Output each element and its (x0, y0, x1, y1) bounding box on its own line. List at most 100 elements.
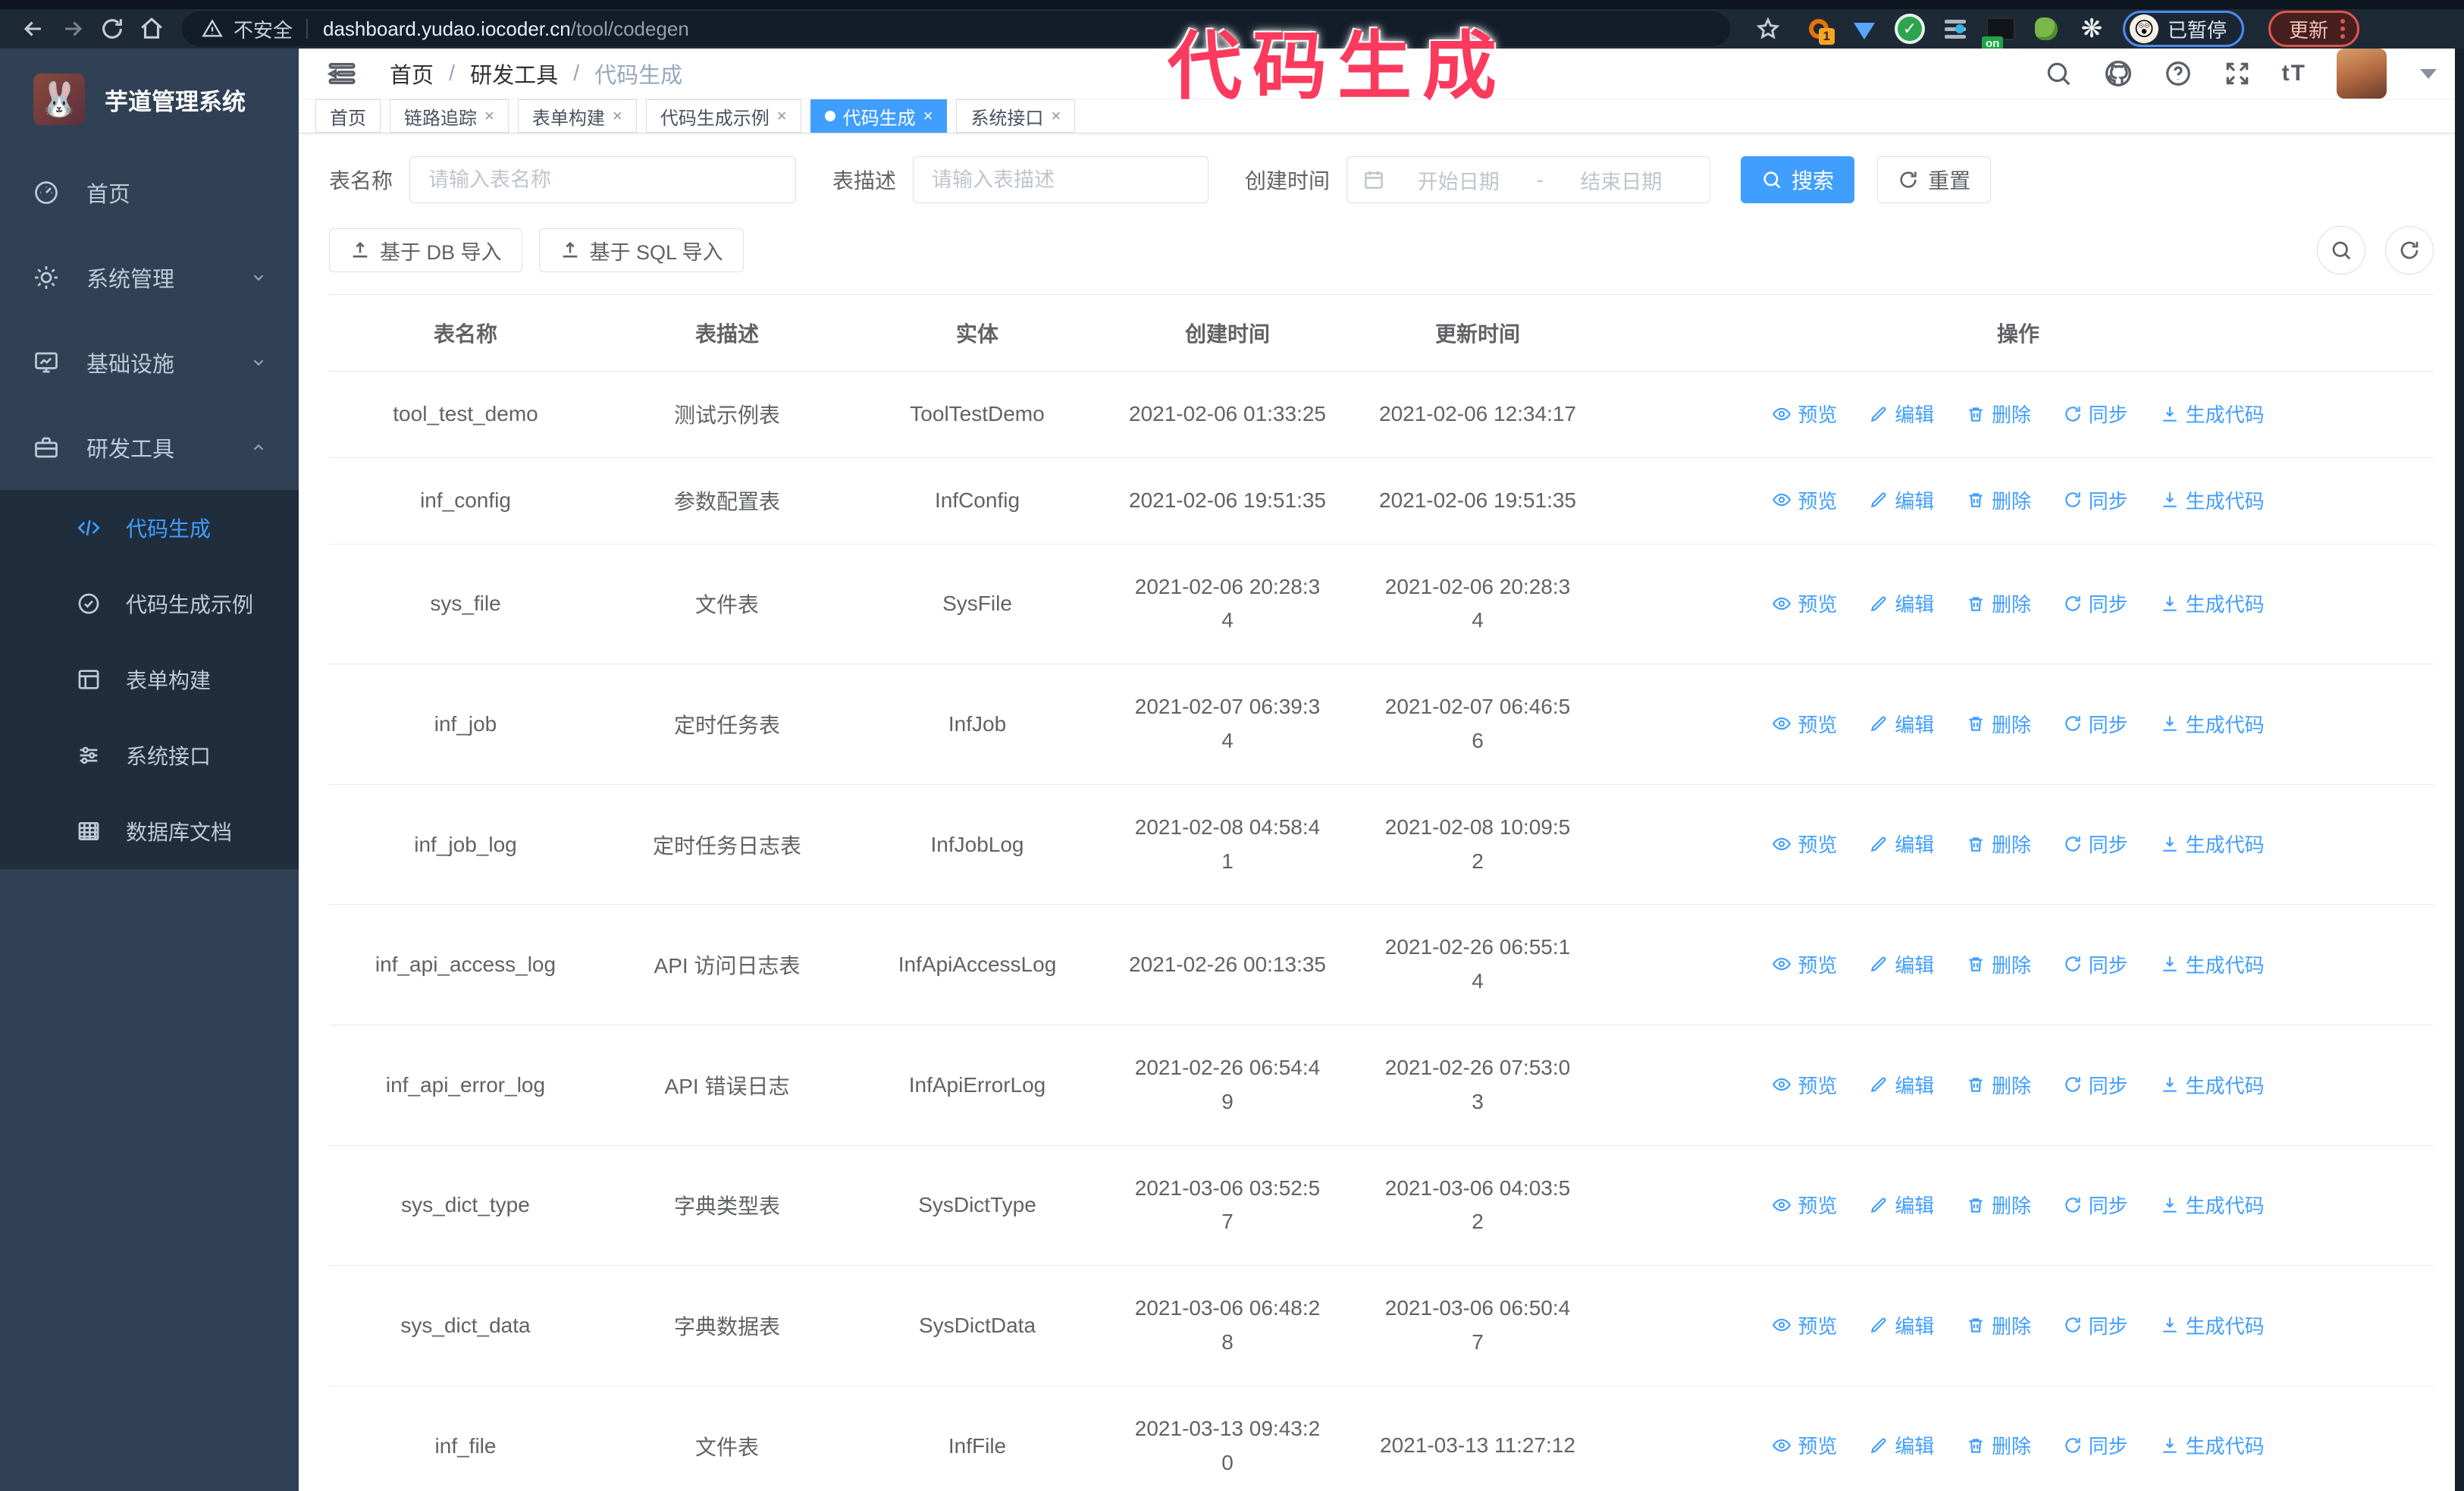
sync-link[interactable]: 同步 (2063, 1191, 2128, 1219)
generate-code-link[interactable]: 生成代码 (2160, 710, 2265, 738)
table-row[interactable]: sys_file 文件表 SysFile 2021-02-06 20:28:3 … (329, 544, 2434, 665)
delete-link[interactable]: 删除 (1966, 950, 2031, 978)
sidebar-item-system-management[interactable]: 系统管理 (0, 235, 299, 320)
sidebar-item-code-generation[interactable]: 代码生成 (0, 490, 299, 566)
help-icon[interactable] (2164, 59, 2193, 88)
paused-badge[interactable]: 😲 已暂停 (2123, 11, 2245, 47)
table-name-input[interactable] (409, 156, 797, 203)
github-icon[interactable] (2103, 58, 2133, 89)
sidebar-item-dev-tools[interactable]: 研发工具 (0, 405, 299, 490)
sync-link[interactable]: 同步 (2063, 400, 2128, 428)
date-range-picker[interactable]: 开始日期 - 结束日期 (1346, 156, 1711, 203)
close-icon[interactable]: × (484, 108, 494, 124)
table-row[interactable]: inf_api_error_log API 错误日志 InfApiErrorLo… (329, 1025, 2434, 1146)
avatar-caret-icon[interactable] (2420, 68, 2437, 79)
table-row[interactable]: inf_config 参数配置表 InfConfig 2021-02-06 19… (329, 457, 2434, 545)
table-row[interactable]: sys_dict_type 字典类型表 SysDictType 2021-03-… (329, 1145, 2434, 1267)
browser-home-icon[interactable] (132, 12, 171, 46)
fullscreen-icon[interactable] (2223, 59, 2252, 88)
edit-link[interactable]: 编辑 (1869, 486, 1934, 514)
edit-link[interactable]: 编辑 (1869, 950, 1934, 978)
preview-link[interactable]: 预览 (1772, 400, 1837, 428)
extension-check-icon[interactable]: ✓ (1895, 14, 1924, 43)
edit-link[interactable]: 编辑 (1869, 1071, 1934, 1099)
sync-link[interactable]: 同步 (2063, 1071, 2128, 1099)
sync-link[interactable]: 同步 (2063, 830, 2128, 858)
extension-proxy-icon[interactable]: on (1982, 14, 2015, 51)
sync-link[interactable]: 同步 (2063, 950, 2128, 978)
delete-link[interactable]: 删除 (1966, 830, 2031, 858)
tab-home[interactable]: 首页 (315, 99, 381, 133)
preview-link[interactable]: 预览 (1772, 486, 1837, 514)
extension-gem-icon[interactable] (1850, 14, 1879, 43)
delete-link[interactable]: 删除 (1966, 486, 2031, 514)
sidebar-item-system-api[interactable]: 系统接口 (0, 717, 299, 793)
extension-orange-icon[interactable]: 1 (1804, 14, 1835, 45)
generate-code-link[interactable]: 生成代码 (2160, 1191, 2265, 1219)
table-row[interactable]: sys_dict_data 字典数据表 SysDictData 2021-03-… (329, 1265, 2434, 1386)
preview-link[interactable]: 预览 (1772, 950, 1837, 978)
table-row[interactable]: inf_job_log 定时任务日志表 InfJobLog 2021-02-08… (329, 784, 2434, 906)
extensions-puzzle-icon[interactable]: ❋ (2077, 14, 2106, 43)
security-label[interactable]: 不安全 (234, 15, 293, 43)
sync-link[interactable]: 同步 (2063, 589, 2128, 617)
import-sql-button[interactable]: 基于 SQL 导入 (538, 228, 744, 272)
preview-link[interactable]: 预览 (1772, 1191, 1837, 1219)
breadcrumb-dev-tools[interactable]: 研发工具 (470, 58, 558, 89)
preview-link[interactable]: 预览 (1772, 1431, 1837, 1459)
edit-link[interactable]: 编辑 (1869, 710, 1934, 738)
sidebar-item-db-doc[interactable]: 数据库文档 (0, 793, 299, 869)
edit-link[interactable]: 编辑 (1869, 1311, 1934, 1339)
delete-link[interactable]: 删除 (1966, 710, 2031, 738)
delete-link[interactable]: 删除 (1966, 589, 2031, 617)
edit-link[interactable]: 编辑 (1869, 1191, 1934, 1219)
preview-link[interactable]: 预览 (1772, 710, 1837, 738)
close-icon[interactable]: × (923, 108, 933, 124)
sync-link[interactable]: 同步 (2063, 1311, 2128, 1339)
generate-code-link[interactable]: 生成代码 (2160, 950, 2265, 978)
preview-link[interactable]: 预览 (1772, 1311, 1837, 1339)
delete-link[interactable]: 删除 (1966, 1431, 2031, 1459)
sidebar-item-form-builder[interactable]: 表单构建 (0, 642, 299, 717)
edit-link[interactable]: 编辑 (1869, 589, 1934, 617)
sidebar-item-infrastructure[interactable]: 基础设施 (0, 320, 299, 405)
table-row[interactable]: inf_api_access_log API 访问日志表 InfApiAcces… (329, 904, 2434, 1025)
breadcrumb-home[interactable]: 首页 (390, 58, 434, 89)
app-logo[interactable]: 🐰 芋道管理系统 (0, 49, 299, 150)
search-button[interactable]: 搜索 (1741, 156, 1855, 203)
browser-forward-icon[interactable] (53, 12, 92, 46)
browser-scrollbar[interactable] (2455, 49, 2464, 1491)
delete-link[interactable]: 删除 (1966, 1311, 2031, 1339)
table-desc-input[interactable] (913, 156, 1209, 203)
generate-code-link[interactable]: 生成代码 (2160, 400, 2265, 428)
preview-link[interactable]: 预览 (1772, 589, 1837, 617)
delete-link[interactable]: 删除 (1966, 1191, 2031, 1219)
sync-link[interactable]: 同步 (2063, 486, 2128, 514)
tab-codegen-example[interactable]: 代码生成示例 × (645, 99, 801, 133)
sync-link[interactable]: 同步 (2063, 1431, 2128, 1459)
search-icon[interactable] (2044, 59, 2073, 88)
toggle-search-button[interactable] (2317, 226, 2365, 275)
delete-link[interactable]: 删除 (1966, 400, 2031, 428)
font-size-icon[interactable]: tT (2282, 61, 2306, 86)
generate-code-link[interactable]: 生成代码 (2160, 830, 2265, 858)
refresh-table-button[interactable] (2385, 226, 2434, 275)
tab-system-api[interactable]: 系统接口 × (956, 99, 1076, 133)
edit-link[interactable]: 编辑 (1869, 830, 1934, 858)
generate-code-link[interactable]: 生成代码 (2160, 1311, 2265, 1339)
close-icon[interactable]: × (1051, 108, 1061, 124)
sidebar-collapse-icon[interactable] (326, 58, 358, 89)
extension-green-icon[interactable] (2032, 14, 2061, 43)
generate-code-link[interactable]: 生成代码 (2160, 486, 2265, 514)
table-row[interactable]: inf_file 文件表 InfFile 2021-03-13 09:43:2 … (329, 1386, 2434, 1491)
import-db-button[interactable]: 基于 DB 导入 (329, 228, 522, 272)
table-row[interactable]: tool_test_demo 测试示例表 ToolTestDemo 2021-0… (329, 371, 2434, 458)
edit-link[interactable]: 编辑 (1869, 400, 1934, 428)
generate-code-link[interactable]: 生成代码 (2160, 1431, 2265, 1459)
delete-link[interactable]: 删除 (1966, 1071, 2031, 1099)
browser-reload-icon[interactable] (92, 12, 132, 46)
edit-link[interactable]: 编辑 (1869, 1431, 1934, 1459)
browser-back-icon[interactable] (14, 12, 53, 46)
generate-code-link[interactable]: 生成代码 (2160, 1071, 2265, 1099)
extension-sliders-icon[interactable] (1941, 14, 1970, 43)
